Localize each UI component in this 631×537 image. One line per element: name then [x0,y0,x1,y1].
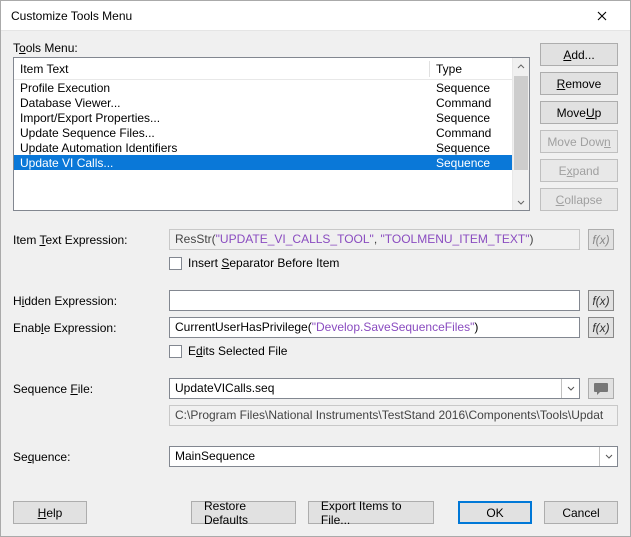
insert-separator-checkbox[interactable] [169,257,182,270]
table-row[interactable]: Update Automation IdentifiersSequence [14,140,512,155]
sequence-label: Sequence: [13,450,161,464]
tools-menu-label: Tools Menu: [13,41,530,55]
edits-selected-label: Edits Selected File [188,344,287,358]
remove-button[interactable]: Remove [540,72,618,95]
window-title: Customize Tools Menu [11,9,582,23]
cell-type: Sequence [430,156,512,170]
insert-separator-label: Insert Separator Before Item [188,256,339,270]
cell-type: Sequence [430,111,512,125]
help-button[interactable]: Help [13,501,87,524]
move-up-button[interactable]: Move Up [540,101,618,124]
scroll-up-icon[interactable] [513,58,529,75]
hidden-expr-input[interactable] [169,290,580,311]
enable-fx-button[interactable]: f(x) [588,317,614,338]
collapse-button: Collapse [540,188,618,211]
table-row[interactable]: Import/Export Properties...Sequence [14,110,512,125]
table-row[interactable]: Profile ExecutionSequence [14,80,512,95]
table-row[interactable]: Update Sequence Files...Command [14,125,512,140]
hidden-expr-label: Hidden Expression: [13,294,161,308]
table-row[interactable]: Update VI Calls...Sequence [14,155,512,170]
move-down-button: Move Down [540,130,618,153]
cell-item-text: Database Viewer... [14,96,430,110]
close-icon [597,11,607,21]
enable-expr-input[interactable]: CurrentUserHasPrivilege("Develop.SaveSeq… [169,317,580,338]
cell-type: Sequence [430,141,512,155]
col-item-text[interactable]: Item Text [14,62,429,76]
cell-type: Command [430,126,512,140]
scrollbar-thumb[interactable] [514,76,528,170]
cell-type: Command [430,96,512,110]
cancel-button[interactable]: Cancel [544,501,618,524]
export-items-button[interactable]: Export Items to File... [308,501,434,524]
col-type[interactable]: Type [430,62,512,76]
scroll-down-icon[interactable] [513,193,529,210]
sequence-combo[interactable]: MainSequence [169,446,618,467]
sequence-file-combo[interactable]: UpdateVICalls.seq [169,378,580,399]
sequence-file-path: C:\Program Files\National Instruments\Te… [169,405,618,426]
tools-list[interactable]: Item Text Type Profile ExecutionSequence… [13,57,530,211]
enable-expr-label: Enable Expression: [13,321,161,335]
scrollbar-vertical[interactable] [512,58,529,210]
hidden-fx-button[interactable]: f(x) [588,290,614,311]
ok-button[interactable]: OK [458,501,532,524]
item-text-expr-label: Item Text Expression: [13,233,161,247]
list-header[interactable]: Item Text Type [14,58,512,80]
browse-button[interactable] [588,378,614,399]
expand-button: Expand [540,159,618,182]
sequence-file-label: Sequence File: [13,382,161,396]
chevron-down-icon[interactable] [599,447,617,466]
edits-selected-checkbox[interactable] [169,345,182,358]
chevron-down-icon[interactable] [561,379,579,398]
cell-item-text: Import/Export Properties... [14,111,430,125]
item-text-fx-button[interactable]: f(x) [588,229,614,250]
item-text-expr-input[interactable]: ResStr("UPDATE_VI_CALLS_TOOL", "TOOLMENU… [169,229,580,250]
table-row[interactable]: Database Viewer...Command [14,95,512,110]
add-button[interactable]: Add... [540,43,618,66]
speech-bubble-icon [593,382,609,396]
restore-defaults-button[interactable]: Restore Defaults [191,501,296,524]
close-button[interactable] [582,2,622,30]
cell-type: Sequence [430,81,512,95]
cell-item-text: Profile Execution [14,81,430,95]
cell-item-text: Update Automation Identifiers [14,141,430,155]
cell-item-text: Update VI Calls... [14,156,430,170]
cell-item-text: Update Sequence Files... [14,126,430,140]
